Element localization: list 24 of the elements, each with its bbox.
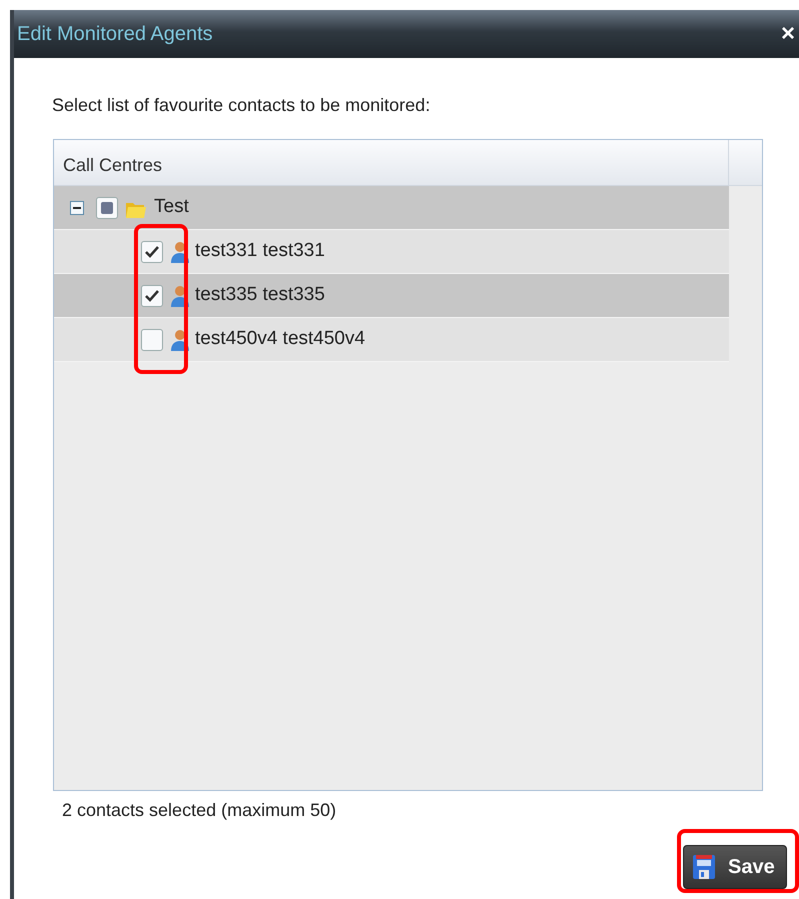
checkbox[interactable] [96,196,118,218]
checkbox[interactable] [141,328,163,350]
agent-label: test450v4 test450v4 [195,327,366,352]
person-icon [169,328,189,352]
check-icon [145,246,159,258]
agent-label: test335 test335 [195,283,325,308]
tree-row[interactable]: test450v4 test450v4 [54,318,729,362]
tree-row[interactable]: Test [54,186,729,230]
collapse-toggle[interactable] [70,200,84,214]
folder-label: Test [154,195,189,220]
person-icon [169,284,189,308]
save-button[interactable]: Save [683,845,787,889]
checkbox[interactable] [141,240,163,262]
agent-label: test331 test331 [195,239,325,264]
close-button[interactable]: × [780,22,795,46]
window-title: Edit Monitored Agents [17,22,213,47]
check-icon [145,290,159,302]
instruction-text: Select list of favourite contacts to be monitored: [52,94,432,117]
tree-row[interactable]: test331 test331 [54,230,729,274]
person-icon [169,240,189,264]
status-text: 2 contacts selected (maximum 50) [62,799,338,822]
tree-row[interactable]: test335 test335 [54,274,729,318]
checkbox[interactable] [141,284,163,306]
column-header: Call Centres [54,140,729,185]
